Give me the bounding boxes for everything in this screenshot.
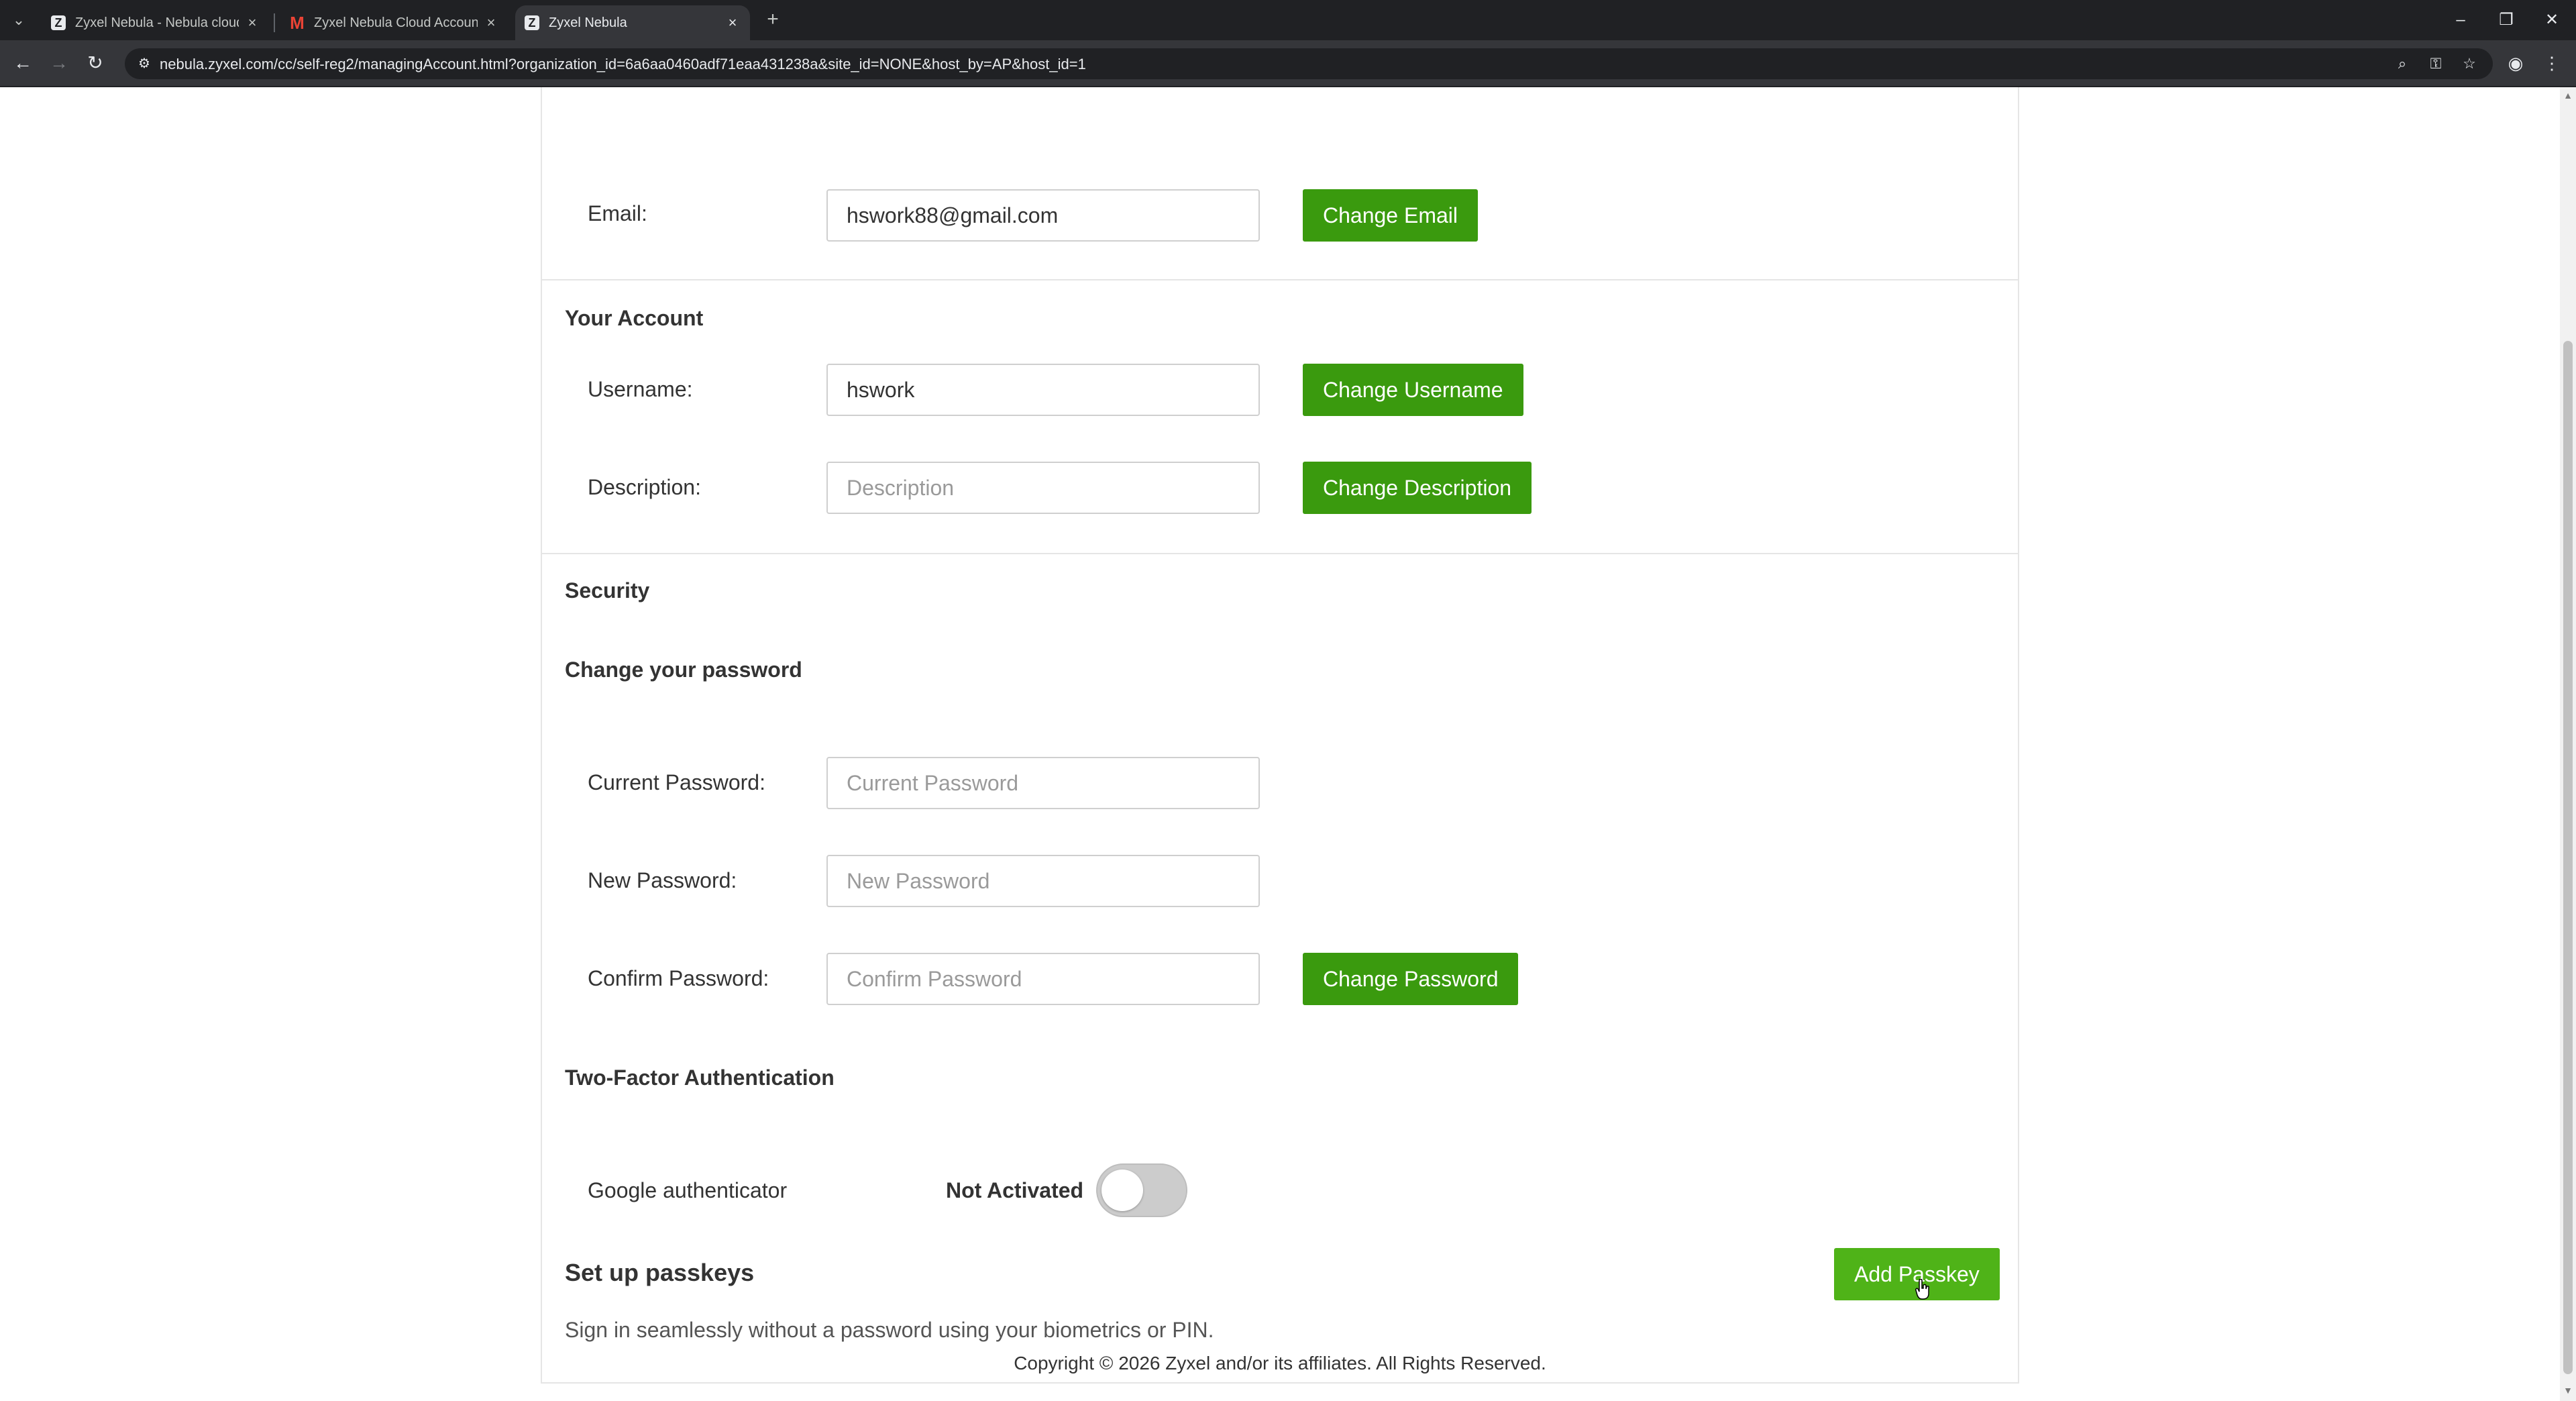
description-field[interactable]	[826, 462, 1260, 514]
toggle-knob	[1102, 1170, 1143, 1211]
reload-icon[interactable]: ↻	[82, 50, 109, 76]
new-password-label: New Password:	[588, 868, 737, 892]
google-authenticator-label: Google authenticator	[588, 1178, 788, 1202]
email-label: Email:	[588, 201, 647, 225]
section-divider	[542, 553, 2018, 554]
gmail-icon: M	[290, 13, 305, 33]
tab-title: Zyxel Nebula Cloud Account In	[314, 15, 478, 30]
site-info-icon[interactable]: ⚙	[134, 54, 154, 74]
change-password-button[interactable]: Change Password	[1303, 953, 1519, 1005]
restore-icon[interactable]: ❐	[2486, 5, 2526, 35]
current-password-field[interactable]	[826, 757, 1260, 809]
browser-tab-2[interactable]: M Zyxel Nebula Cloud Account In ×	[280, 5, 508, 40]
tab-search-icon[interactable]: ⌄	[5, 7, 32, 34]
tab-title: Zyxel Nebula	[549, 15, 627, 30]
menu-kebab-icon[interactable]: ⋮	[2538, 50, 2565, 76]
change-email-button[interactable]: Change Email	[1303, 189, 1478, 242]
browser-tab-1[interactable]: Z Zyxel Nebula - Nebula cloud an ×	[42, 5, 270, 40]
page-viewport: Email: Change Email Your Account Usernam…	[0, 87, 2560, 1401]
confirm-password-field[interactable]	[826, 953, 1260, 1005]
new-password-field[interactable]	[826, 855, 1260, 907]
email-field[interactable]	[826, 189, 1260, 242]
passkeys-description: Sign in seamlessly without a password us…	[565, 1318, 1214, 1342]
bookmark-star-icon[interactable]: ☆	[2459, 54, 2479, 74]
two-factor-heading: Two-Factor Authentication	[565, 1066, 835, 1090]
close-icon[interactable]: ×	[483, 14, 499, 32]
current-password-label: Current Password:	[588, 770, 765, 794]
description-label: Description:	[588, 475, 701, 499]
two-factor-toggle[interactable]	[1096, 1163, 1187, 1217]
passkeys-heading: Set up passkeys	[565, 1259, 755, 1286]
window-close-icon[interactable]: ✕	[2532, 5, 2572, 35]
close-icon[interactable]: ×	[724, 14, 741, 32]
section-divider	[542, 279, 2018, 280]
tab-divider	[274, 13, 275, 32]
browser-toolbar: ← → ↻ ⚙ nebula.zyxel.com/cc/self-reg2/ma…	[0, 40, 2576, 87]
address-bar[interactable]: ⚙ nebula.zyxel.com/cc/self-reg2/managing…	[125, 48, 2493, 79]
page-scrollbar[interactable]: ▲ ▼	[2560, 87, 2576, 1401]
change-username-button[interactable]: Change Username	[1303, 364, 1523, 416]
change-description-button[interactable]: Change Description	[1303, 462, 1532, 514]
scroll-down-icon[interactable]: ▼	[2563, 1385, 2573, 1398]
username-field[interactable]	[826, 364, 1260, 416]
minimize-icon[interactable]: –	[2440, 5, 2481, 35]
mouse-pointer-icon	[1915, 1279, 1929, 1300]
new-tab-icon[interactable]: +	[761, 8, 785, 32]
browser-tab-3-active[interactable]: Z Zyxel Nebula ×	[515, 5, 750, 40]
close-icon[interactable]: ×	[244, 14, 260, 32]
profile-icon[interactable]: ◉	[2502, 50, 2529, 76]
url-text: nebula.zyxel.com/cc/self-reg2/managingAc…	[160, 56, 1086, 72]
tab-title: Zyxel Nebula - Nebula cloud an	[75, 15, 239, 30]
browser-tab-bar: ⌄ Z Zyxel Nebula - Nebula cloud an × M Z…	[0, 0, 2576, 40]
scroll-up-icon[interactable]: ▲	[2563, 90, 2573, 103]
password-key-icon[interactable]: ⚿	[2426, 54, 2446, 74]
scroll-thumb[interactable]	[2563, 341, 2573, 1374]
back-icon[interactable]: ←	[9, 50, 36, 76]
confirm-password-label: Confirm Password:	[588, 966, 769, 990]
forward-icon[interactable]: →	[46, 50, 72, 76]
zyxel-icon: Z	[51, 15, 66, 30]
two-factor-status: Not Activated	[946, 1178, 1084, 1202]
username-label: Username:	[588, 377, 693, 401]
zoom-icon[interactable]: ⌕	[2392, 54, 2412, 74]
account-settings-card: Email: Change Email Your Account Usernam…	[541, 87, 2019, 1384]
zyxel-icon: Z	[525, 15, 539, 30]
your-account-heading: Your Account	[565, 306, 704, 330]
footer-copyright: Copyright © 2026 Zyxel and/or its affili…	[1014, 1353, 1546, 1373]
security-heading: Security	[565, 578, 650, 603]
change-password-heading: Change your password	[565, 658, 802, 682]
